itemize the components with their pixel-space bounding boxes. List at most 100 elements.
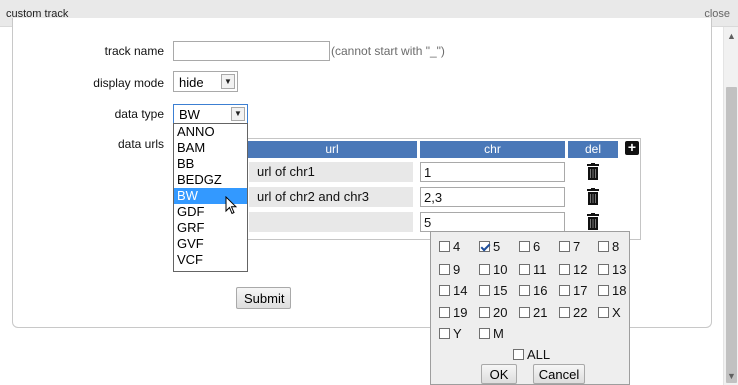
- scroll-up-icon[interactable]: ▲: [727, 31, 736, 41]
- scrollbar-thumb[interactable]: [726, 87, 737, 383]
- chr-option[interactable]: 12: [559, 263, 587, 277]
- checkbox[interactable]: [439, 328, 450, 339]
- chr-option-label: 14: [453, 283, 468, 298]
- chr-option[interactable]: 9: [439, 263, 460, 277]
- chr-option-label: 5: [493, 239, 501, 254]
- chevron-down-icon: ▼: [221, 74, 235, 89]
- submit-button[interactable]: Submit: [236, 287, 291, 309]
- chr-option-label: ALL: [527, 347, 551, 362]
- chr-option-all[interactable]: ALL: [513, 348, 550, 362]
- trash-icon[interactable]: [587, 163, 599, 180]
- chr-cell[interactable]: 2,3: [420, 187, 565, 207]
- chr-option-label: 17: [573, 283, 588, 298]
- chr-option[interactable]: M: [479, 327, 504, 341]
- checkbox[interactable]: [519, 285, 530, 296]
- chr-option-label: Y: [453, 326, 462, 341]
- chr-option-label: 11: [533, 262, 547, 277]
- checkbox[interactable]: [439, 307, 450, 318]
- url-cell[interactable]: [249, 212, 413, 232]
- vertical-scrollbar[interactable]: ▲ ▼: [723, 27, 738, 385]
- checkbox-checked[interactable]: [479, 241, 490, 252]
- checkbox[interactable]: [479, 285, 490, 296]
- chr-option[interactable]: 4: [439, 240, 460, 254]
- checkbox[interactable]: [513, 349, 524, 360]
- dropdown-option[interactable]: GVF: [174, 236, 247, 252]
- checkbox[interactable]: [559, 285, 570, 296]
- data-urls-label: data urls: [117, 137, 164, 151]
- plus-icon: +: [627, 139, 637, 155]
- chr-option[interactable]: 19: [439, 306, 467, 320]
- dropdown-option[interactable]: VCF: [174, 252, 247, 268]
- chr-option-label: M: [493, 326, 504, 341]
- chr-option[interactable]: 11: [519, 263, 547, 277]
- chr-option-label: 19: [453, 305, 468, 320]
- cancel-button[interactable]: Cancel: [533, 364, 585, 384]
- display-mode-value: hide: [179, 75, 204, 90]
- chr-option[interactable]: 21: [519, 306, 547, 320]
- chr-option[interactable]: 16: [519, 284, 547, 298]
- chr-option[interactable]: 20: [479, 306, 507, 320]
- trash-icon[interactable]: [587, 213, 599, 230]
- checkbox[interactable]: [479, 328, 490, 339]
- dropdown-option[interactable]: BB: [174, 156, 247, 172]
- checkbox[interactable]: [559, 264, 570, 275]
- chr-option[interactable]: 14: [439, 284, 467, 298]
- checkbox[interactable]: [439, 264, 450, 275]
- chromosome-picker: 4 5 6 7 8 9 10 11 12 13 14 15 16 17 18 1…: [430, 231, 630, 385]
- chr-cell[interactable]: 5: [420, 212, 565, 232]
- scroll-down-icon[interactable]: ▼: [727, 371, 736, 381]
- url-cell[interactable]: url of chr1: [249, 162, 413, 182]
- data-type-label: data type: [114, 107, 164, 121]
- checkbox[interactable]: [479, 264, 490, 275]
- checkbox[interactable]: [439, 285, 450, 296]
- checkbox[interactable]: [559, 241, 570, 252]
- chr-option[interactable]: 22: [559, 306, 587, 320]
- chr-option[interactable]: 10: [479, 263, 507, 277]
- chr-option[interactable]: 5: [479, 240, 500, 254]
- chr-option-label: 21: [533, 305, 548, 320]
- checkbox[interactable]: [559, 307, 570, 318]
- add-row-button[interactable]: +: [625, 139, 639, 155]
- chr-option-label: 13: [612, 262, 627, 277]
- chr-option-label: 15: [493, 283, 508, 298]
- url-cell[interactable]: url of chr2 and chr3: [249, 187, 413, 207]
- display-mode-select[interactable]: hide ▼: [173, 71, 238, 92]
- chr-option[interactable]: 18: [598, 284, 626, 298]
- dropdown-option[interactable]: BEDGZ: [174, 172, 247, 188]
- dropdown-option[interactable]: BAM: [174, 140, 247, 156]
- chr-option-label: 8: [612, 239, 620, 254]
- chr-option[interactable]: 17: [559, 284, 587, 298]
- chr-option[interactable]: 8: [598, 240, 619, 254]
- mouse-pointer-icon: [225, 196, 237, 215]
- chr-option[interactable]: 6: [519, 240, 540, 254]
- chr-cell[interactable]: 1: [420, 162, 565, 182]
- chr-option-label: 9: [453, 262, 461, 277]
- checkbox[interactable]: [519, 264, 530, 275]
- dropdown-option[interactable]: GRF: [174, 220, 247, 236]
- checkbox[interactable]: [519, 241, 530, 252]
- track-name-input[interactable]: [173, 41, 330, 61]
- checkbox[interactable]: [598, 307, 609, 318]
- chr-option[interactable]: 13: [598, 263, 626, 277]
- ok-button[interactable]: OK: [481, 364, 517, 384]
- chr-option[interactable]: X: [598, 306, 621, 320]
- chr-option-label: 18: [612, 283, 627, 298]
- checkbox[interactable]: [598, 285, 609, 296]
- chr-option-label: 7: [573, 239, 581, 254]
- trash-icon[interactable]: [587, 188, 599, 205]
- chr-option-label: 6: [533, 239, 541, 254]
- chr-option[interactable]: 15: [479, 284, 507, 298]
- data-type-select[interactable]: BW ▼: [173, 104, 248, 124]
- chr-option-label: 20: [493, 305, 508, 320]
- checkbox[interactable]: [519, 307, 530, 318]
- checkbox[interactable]: [598, 264, 609, 275]
- chr-option[interactable]: Y: [439, 327, 462, 341]
- chr-option[interactable]: 7: [559, 240, 580, 254]
- dropdown-option[interactable]: ANNO: [174, 124, 247, 140]
- checkbox[interactable]: [439, 241, 450, 252]
- checkbox[interactable]: [598, 241, 609, 252]
- chr-option-label: 16: [533, 283, 548, 298]
- display-mode-label: display mode: [93, 76, 164, 90]
- checkbox[interactable]: [479, 307, 490, 318]
- chr-option-label: 4: [453, 239, 461, 254]
